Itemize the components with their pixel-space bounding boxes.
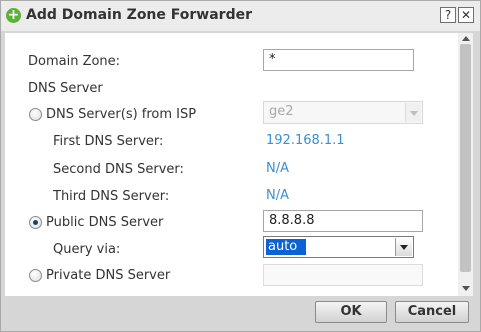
scrollbar-thumb[interactable] (460, 44, 471, 272)
isp-interface-value: ge2 (269, 104, 294, 119)
public-dns-input[interactable]: 8.8.8.8 (263, 210, 423, 232)
private-dns-input[interactable] (263, 264, 423, 286)
second-dns-label: Second DNS Server: (53, 162, 184, 177)
isp-interface-select: ge2 (263, 101, 423, 124)
add-domain-zone-forwarder-dialog: + Add Domain Zone Forwarder ? ✕ Domain Z… (0, 0, 481, 332)
third-dns-value: N/A (266, 188, 289, 203)
ok-button[interactable]: OK (315, 301, 387, 323)
query-via-select[interactable]: auto (263, 236, 414, 258)
scroll-up-icon[interactable] (462, 36, 470, 41)
isp-option-label: DNS Server(s) from ISP (46, 107, 197, 122)
dialog-titlebar: + Add Domain Zone Forwarder ? ✕ (1, 1, 480, 31)
close-icon[interactable]: ✕ (458, 7, 474, 23)
help-icon[interactable]: ? (440, 7, 456, 23)
query-via-label: Query via: (53, 242, 121, 257)
first-dns-value: 192.168.1.1 (266, 133, 345, 148)
form-content: Domain Zone: * DNS Server DNS Server(s) … (5, 33, 458, 296)
isp-radio[interactable] (29, 108, 42, 121)
public-option-label: Public DNS Server (46, 215, 164, 230)
dialog-title: Add Domain Zone Forwarder (26, 7, 252, 23)
scroll-down-icon[interactable] (462, 286, 470, 291)
public-dns-radio[interactable] (29, 216, 42, 229)
third-dns-label: Third DNS Server: (53, 189, 170, 204)
add-icon: + (6, 7, 21, 23)
domain-zone-label: Domain Zone: (28, 54, 121, 69)
private-option-label: Private DNS Server (46, 268, 171, 283)
second-dns-value: N/A (266, 161, 289, 176)
first-dns-label: First DNS Server: (53, 134, 164, 149)
dns-server-heading: DNS Server (28, 81, 103, 96)
chevron-down-icon[interactable] (395, 238, 412, 256)
query-via-value: auto (266, 239, 306, 255)
private-dns-radio[interactable] (29, 269, 42, 282)
cancel-button[interactable]: Cancel (395, 301, 469, 323)
vertical-scrollbar[interactable] (458, 33, 473, 296)
chevron-down-icon (405, 103, 421, 122)
domain-zone-input[interactable]: * (263, 49, 414, 71)
